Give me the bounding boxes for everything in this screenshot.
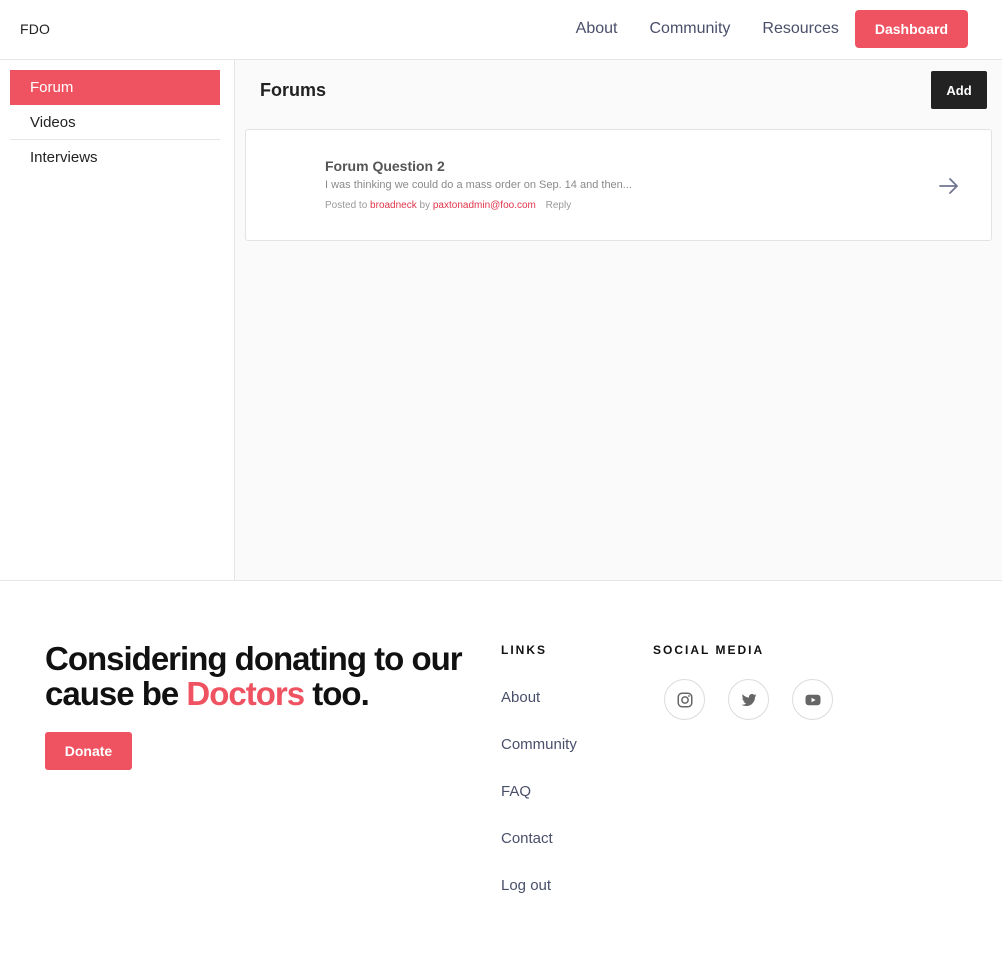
sidebar-item-forum[interactable]: Forum xyxy=(10,70,220,105)
footer-link-contact[interactable]: Contact xyxy=(501,830,553,847)
twitter-icon xyxy=(741,693,756,706)
nav-about[interactable]: About xyxy=(576,20,618,38)
page-title: Forums xyxy=(260,80,327,100)
forum-post-title[interactable]: Forum Question 2 xyxy=(325,158,445,174)
donate-cta-heading: Considering donating to our cause be Doc… xyxy=(45,641,485,711)
forum-post-excerpt: I was thinking we could do a mass order … xyxy=(325,179,632,191)
social-media-heading: SOCIAL MEDIA xyxy=(653,643,765,657)
links-heading: LINKS xyxy=(501,643,547,657)
donate-button[interactable]: Donate xyxy=(45,732,132,770)
forum-post-meta: Posted to broadneck by paxtonadmin@foo.c… xyxy=(325,200,571,211)
twitter-button[interactable] xyxy=(728,679,769,720)
footer-link-about[interactable]: About xyxy=(501,689,540,706)
footer: Considering donating to our cause be Doc… xyxy=(0,581,1002,965)
cta-text-part2: too. xyxy=(312,675,369,712)
arrow-right-icon[interactable] xyxy=(937,174,961,198)
footer-link-faq[interactable]: FAQ xyxy=(501,783,531,800)
youtube-button[interactable] xyxy=(792,679,833,720)
cta-accent: Doctors xyxy=(186,675,305,712)
instagram-button[interactable] xyxy=(664,679,705,720)
forum-post-card[interactable]: Forum Question 2 I was thinking we could… xyxy=(245,129,992,241)
sidebar-item-videos[interactable]: Videos xyxy=(10,105,220,140)
footer-link-logout[interactable]: Log out xyxy=(501,877,551,894)
brand-logo[interactable]: FDO xyxy=(20,21,50,37)
posted-to-link[interactable]: broadneck xyxy=(370,200,417,211)
sidebar: Forum Videos Interviews xyxy=(0,60,235,580)
author-link[interactable]: paxtonadmin@foo.com xyxy=(433,200,536,211)
sidebar-item-interviews[interactable]: Interviews xyxy=(10,140,220,175)
instagram-icon xyxy=(677,692,692,707)
add-button[interactable]: Add xyxy=(931,71,987,109)
youtube-icon xyxy=(805,694,820,705)
posted-to-prefix: Posted to xyxy=(325,200,368,211)
main-panel: Forums Add Forum Question 2 I was thinki… xyxy=(235,60,1002,580)
top-navbar: FDO About Community Resources Dashboard xyxy=(0,0,1002,60)
content-layout: Forum Videos Interviews Forums Add Forum… xyxy=(0,60,1002,581)
footer-link-community[interactable]: Community xyxy=(501,736,577,753)
nav-community[interactable]: Community xyxy=(649,20,730,38)
reply-link[interactable]: Reply xyxy=(546,200,572,211)
by-prefix: by xyxy=(419,200,431,211)
main-nav: About Community Resources Dashboard xyxy=(576,10,968,48)
dashboard-button[interactable]: Dashboard xyxy=(854,10,968,48)
nav-resources[interactable]: Resources xyxy=(762,20,838,38)
